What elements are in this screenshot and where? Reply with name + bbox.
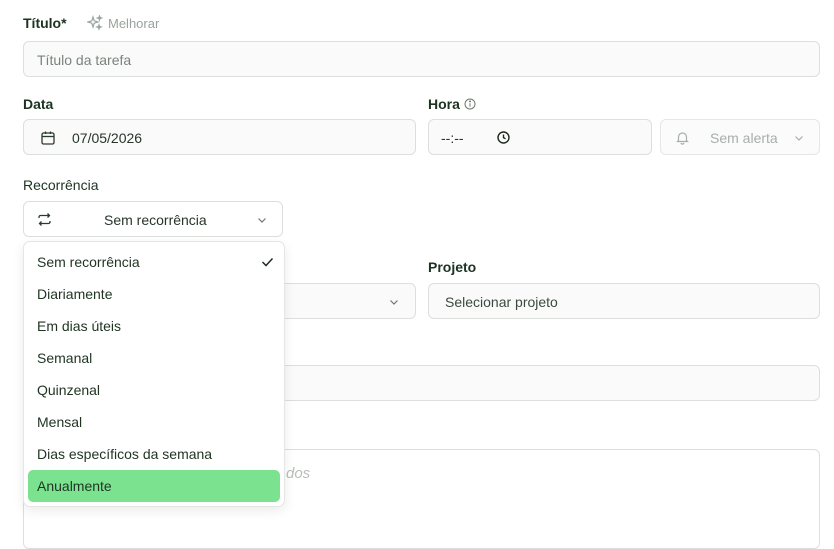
title-label: Título*: [23, 15, 67, 31]
recurrence-option-daily[interactable]: Diariamente: [28, 279, 280, 309]
recurrence-option-none[interactable]: Sem recorrência: [28, 247, 280, 277]
repeat-icon: [37, 212, 52, 227]
project-placeholder: Selecionar projeto: [445, 294, 558, 310]
description-placeholder: dos: [286, 465, 311, 482]
calendar-icon: [40, 130, 56, 146]
chevron-down-icon: [793, 132, 805, 144]
clock-icon[interactable]: [496, 130, 511, 145]
alert-select[interactable]: Sem alerta: [660, 119, 820, 155]
recurrence-option-yearly[interactable]: Anualmente: [28, 470, 280, 502]
time-input[interactable]: --:--: [428, 119, 652, 155]
recurrence-option-weekly[interactable]: Semanal: [28, 343, 280, 373]
chevron-down-icon: [388, 296, 400, 308]
recurrence-option-monthly[interactable]: Mensal: [28, 407, 280, 437]
sparkles-icon: [87, 15, 103, 31]
info-icon[interactable]: [464, 98, 476, 110]
option-label: Semanal: [37, 350, 93, 366]
option-label: Dias específicos da semana: [37, 446, 213, 462]
option-label: Quinzenal: [37, 382, 101, 398]
date-label: Data: [23, 96, 54, 112]
date-input[interactable]: 07/05/2026: [23, 119, 416, 155]
recurrence-option-weekdays[interactable]: Em dias úteis: [28, 311, 280, 341]
title-placeholder: Título da tarefa: [37, 52, 132, 68]
option-label: Diariamente: [37, 286, 113, 302]
time-label: Hora: [428, 96, 460, 112]
recurrence-select[interactable]: Sem recorrência: [23, 201, 283, 237]
title-input[interactable]: Título da tarefa: [23, 41, 820, 77]
alert-value: Sem alerta: [710, 130, 778, 146]
time-value: --:--: [441, 130, 464, 146]
recurrence-option-biweekly[interactable]: Quinzenal: [28, 375, 280, 405]
improve-label: Melhorar: [108, 15, 160, 31]
recurrence-label: Recorrência: [23, 177, 99, 193]
option-label: Em dias úteis: [37, 318, 122, 334]
improve-button[interactable]: Melhorar: [87, 14, 159, 32]
project-select[interactable]: Selecionar projeto: [428, 283, 820, 319]
recurrence-option-specific-days[interactable]: Dias específicos da semana: [28, 439, 280, 469]
date-value: 07/05/2026: [72, 130, 143, 146]
recurrence-value: Sem recorrência: [104, 212, 207, 228]
project-label: Projeto: [428, 259, 477, 275]
recurrence-menu: Sem recorrência Diariamente Em dias útei…: [23, 241, 285, 507]
bell-icon: [675, 130, 690, 145]
time-label-group: Hora: [428, 96, 476, 112]
chevron-down-icon: [256, 214, 268, 226]
option-label: Sem recorrência: [37, 254, 140, 270]
check-icon: [261, 256, 274, 268]
option-label: Mensal: [37, 414, 83, 430]
option-label: Anualmente: [37, 478, 112, 494]
